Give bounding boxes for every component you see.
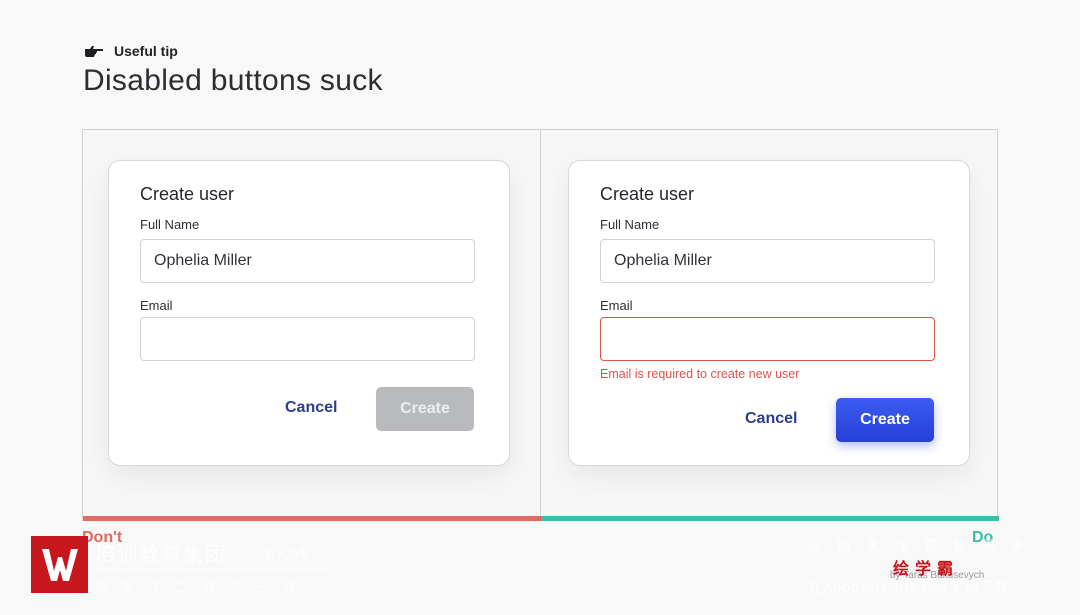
panel-divider xyxy=(540,130,541,522)
watermark-left-title: 培训教育集团 xyxy=(95,544,227,566)
full-name-input[interactable]: Ophelia Miller xyxy=(600,239,935,283)
watermark-left-sub: 创新不二教学三年 xyxy=(95,580,312,595)
email-input-error[interactable] xyxy=(600,317,935,361)
tip-label: Useful tip xyxy=(114,43,178,59)
email-input[interactable] xyxy=(140,317,475,361)
dont-create-user-dialog: Create user Full Name Ophelia Miller Ema… xyxy=(108,160,510,466)
cancel-button[interactable]: Cancel xyxy=(285,399,337,417)
do-accent-bar xyxy=(541,516,999,521)
dont-accent-bar xyxy=(83,516,541,521)
w-logo-icon xyxy=(41,548,78,581)
full-name-label: Full Name xyxy=(600,217,660,232)
dialog-title: Create user xyxy=(600,184,695,204)
watermark-left-small: 数人为本 xyxy=(265,548,309,560)
watermark-right-top: 扫码关注获取更多 xyxy=(808,538,1041,553)
brand-logo xyxy=(31,536,88,593)
watermark-divider xyxy=(95,569,328,570)
page-title: Disabled buttons suck xyxy=(83,64,383,97)
create-button-disabled[interactable]: Create xyxy=(376,387,474,431)
comparison-panel: Create user Full Name Ophelia Miller Ema… xyxy=(82,129,999,522)
full-name-label: Full Name xyxy=(140,217,200,232)
create-button[interactable]: Create xyxy=(836,398,934,442)
do-create-user-dialog: Create user Full Name Ophelia Miller Ema… xyxy=(568,160,970,466)
email-error-message: Email is required to create new user xyxy=(600,367,800,381)
cancel-button[interactable]: Cancel xyxy=(745,410,797,428)
email-label: Email xyxy=(140,298,173,313)
watermark-brand: 绘学霸 xyxy=(893,561,960,578)
tip-heading: Useful tip xyxy=(84,43,178,59)
pointing-hand-icon xyxy=(85,46,103,57)
email-label: Email xyxy=(600,298,633,313)
watermark-right-bottom: 在AppStore中搜索绘学霸下载 xyxy=(808,579,1010,595)
full-name-input[interactable]: Ophelia Miller xyxy=(140,239,475,283)
dialog-title: Create user xyxy=(140,184,235,204)
